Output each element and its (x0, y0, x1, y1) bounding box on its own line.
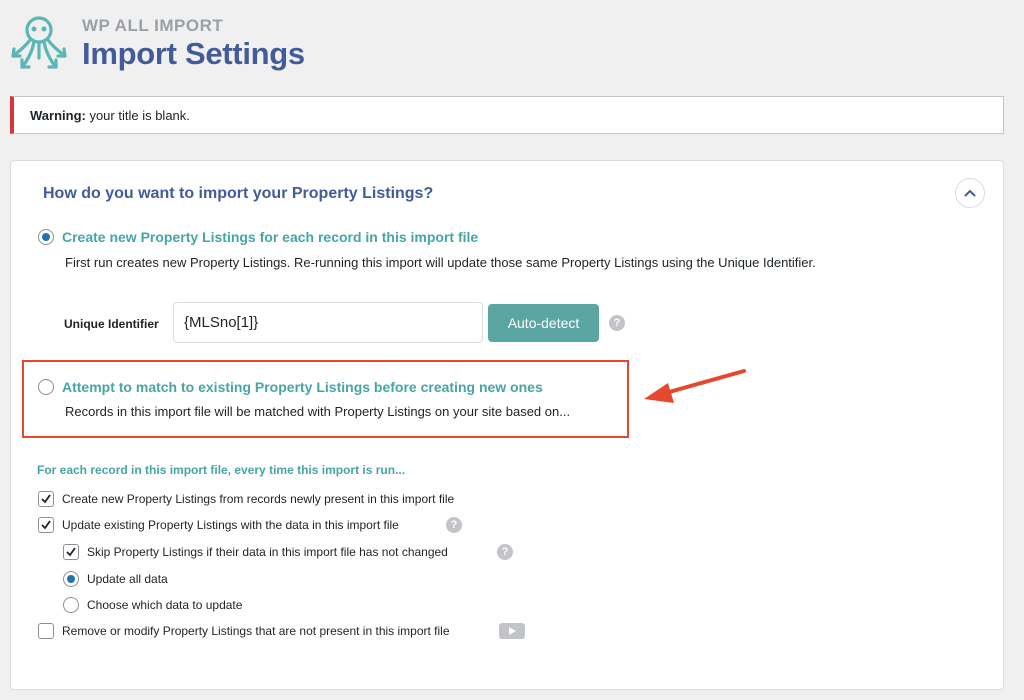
panel-question: How do you want to import your Property … (43, 185, 434, 202)
auto-detect-button[interactable]: Auto-detect (488, 304, 599, 342)
warning-text: your title is blank. (85, 108, 190, 123)
warning-label: Warning: (30, 108, 86, 123)
checkmark-icon (41, 520, 51, 530)
remove-modify-checkbox[interactable] (38, 623, 54, 639)
create-new-records-checkbox[interactable] (38, 491, 54, 507)
unique-identifier-input[interactable] (173, 302, 483, 343)
chevron-up-icon (964, 189, 976, 197)
collapse-button[interactable] (955, 178, 985, 208)
match-existing-option-description: Records in this import file will be matc… (65, 404, 571, 419)
help-icon[interactable]: ? (446, 517, 462, 533)
create-new-option-title[interactable]: Create new Property Listings for each re… (62, 229, 478, 245)
create-new-option-description: First run creates new Property Listings.… (65, 255, 816, 270)
red-arrow-icon (644, 369, 746, 403)
update-all-data-label[interactable]: Update all data (87, 572, 168, 586)
skip-unchanged-checkbox[interactable] (63, 544, 79, 560)
import-options-panel: How do you want to import your Property … (10, 160, 1004, 690)
unique-identifier-label: Unique Identifier (64, 317, 159, 331)
help-icon[interactable]: ? (609, 315, 625, 331)
each-record-section-label: For each record in this import file, eve… (37, 463, 406, 477)
skip-unchanged-label[interactable]: Skip Property Listings if their data in … (87, 545, 448, 559)
page-header: WP ALL IMPORT Import Settings (10, 10, 410, 80)
match-existing-radio[interactable] (38, 379, 54, 395)
play-video-icon[interactable] (499, 623, 525, 639)
octopus-logo-icon (11, 16, 67, 69)
warning-notice: Warning: your title is blank. (10, 96, 1004, 134)
remove-modify-label[interactable]: Remove or modify Property Listings that … (62, 624, 450, 638)
page-title: Import Settings (82, 36, 305, 71)
create-new-records-label[interactable]: Create new Property Listings from record… (62, 492, 454, 506)
brand-name: WP ALL IMPORT (82, 16, 224, 35)
checkmark-icon (41, 494, 51, 504)
choose-data-label[interactable]: Choose which data to update (87, 598, 242, 612)
update-existing-checkbox[interactable] (38, 517, 54, 533)
checkmark-icon (66, 547, 76, 557)
match-existing-option-title[interactable]: Attempt to match to existing Property Li… (62, 379, 543, 395)
create-new-radio[interactable] (38, 229, 54, 245)
update-existing-label[interactable]: Update existing Property Listings with t… (62, 518, 399, 532)
update-all-data-radio[interactable] (63, 571, 79, 587)
choose-data-radio[interactable] (63, 597, 79, 613)
highlight-box (22, 360, 629, 438)
help-icon[interactable]: ? (497, 544, 513, 560)
